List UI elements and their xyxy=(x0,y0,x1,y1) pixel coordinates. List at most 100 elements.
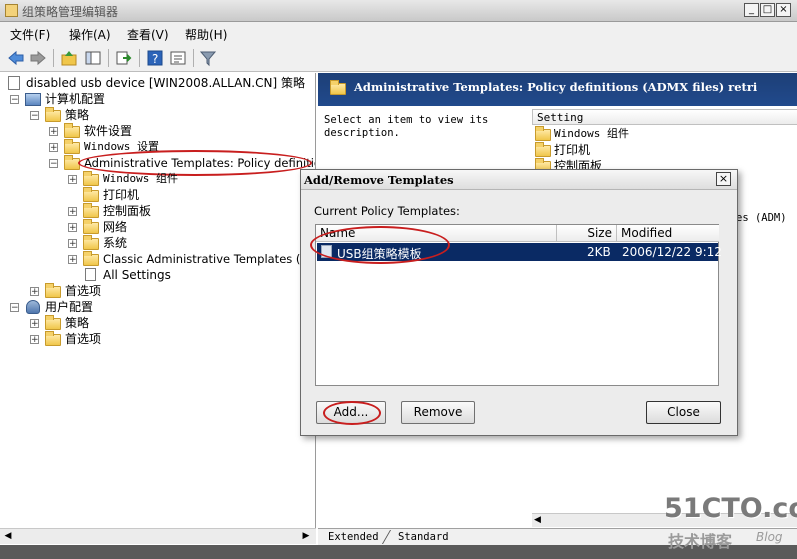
tree-classic-templates-label: Classic Administrative Templates (AD xyxy=(103,252,316,266)
collapse-icon[interactable]: − xyxy=(30,111,39,121)
user-icon xyxy=(26,300,40,314)
tree-control-panel-label: 控制面板 xyxy=(103,204,152,218)
scroll-right-icon[interactable]: ▶ xyxy=(300,531,312,542)
minimize-button[interactable]: _ xyxy=(744,3,759,17)
tree-windows-components-label: Windows 组件 xyxy=(103,172,178,185)
tree-all-settings-label: All Settings xyxy=(103,268,171,282)
dialog-close-button[interactable]: × xyxy=(716,172,731,186)
tree-user-preferences-label: 首选项 xyxy=(65,332,102,346)
folder-icon xyxy=(535,126,551,141)
computer-icon xyxy=(25,93,41,106)
setting-column-label: Setting xyxy=(537,111,584,124)
collapse-icon[interactable]: − xyxy=(10,95,19,105)
dialog-titlebar: Add/Remove Templates × xyxy=(301,170,737,190)
tree-user-config-label: 用户配置 xyxy=(45,300,94,314)
tree-user-policies-label: 策略 xyxy=(65,316,90,330)
expand-icon[interactable]: + xyxy=(68,255,77,265)
expand-icon[interactable]: + xyxy=(30,319,39,329)
menu-view[interactable]: 查看(V) xyxy=(127,26,169,43)
menu-action[interactable]: 操作(A) xyxy=(69,26,111,43)
remove-button[interactable]: Remove xyxy=(401,401,475,424)
toolbar: ? xyxy=(0,44,797,72)
column-size[interactable]: Size xyxy=(557,225,617,242)
watermark-subtitle: 技术博客 xyxy=(668,532,733,551)
menu-file[interactable]: 文件(F) xyxy=(10,26,50,43)
collapse-icon[interactable]: − xyxy=(49,159,58,169)
expand-icon[interactable]: + xyxy=(68,207,77,217)
toolbar-separator xyxy=(53,49,54,67)
add-remove-templates-dialog: Add/Remove Templates × Current Policy Te… xyxy=(300,169,738,436)
window-title: 组策略管理编辑器 xyxy=(22,5,119,19)
forward-arrow-icon[interactable] xyxy=(29,49,47,67)
console-tree: disabled usb device [WIN2008.ALLAN.CN] 策… xyxy=(0,73,316,528)
setting-item-label: 打印机 xyxy=(554,143,591,157)
template-modified: 2006/12/22 9:12 xyxy=(622,245,722,259)
up-folder-icon[interactable] xyxy=(60,49,78,67)
toolbar-separator xyxy=(193,49,194,67)
scroll-left-icon[interactable]: ◀ xyxy=(534,515,541,525)
export-list-icon[interactable] xyxy=(114,49,132,67)
folder-icon xyxy=(45,283,61,298)
expand-icon[interactable]: + xyxy=(49,127,58,137)
tab-extended[interactable]: Extended xyxy=(328,531,379,543)
folder-icon xyxy=(330,80,346,95)
back-arrow-icon[interactable] xyxy=(7,49,25,67)
tree-preferences-label: 首选项 xyxy=(65,284,102,298)
folder-icon xyxy=(64,139,80,154)
folder-icon xyxy=(535,142,551,157)
column-size-label: Size xyxy=(587,226,612,240)
expand-icon[interactable]: + xyxy=(49,143,58,153)
highlight-oval xyxy=(323,401,381,425)
dialog-title: Add/Remove Templates xyxy=(304,173,454,187)
settings-icon xyxy=(85,268,96,281)
folder-icon xyxy=(64,123,80,138)
expand-icon[interactable]: + xyxy=(30,335,39,345)
current-templates-label: Current Policy Templates: xyxy=(314,204,460,218)
folder-icon xyxy=(83,219,99,234)
tree-horizontal-scrollbar[interactable]: ◀ ▶ xyxy=(0,528,316,544)
folder-icon xyxy=(45,315,61,330)
scroll-left-icon[interactable]: ◀ xyxy=(2,531,14,542)
description-text: Select an item to view its description. xyxy=(324,114,489,139)
help-icon[interactable]: ? xyxy=(146,49,164,67)
expand-icon[interactable]: + xyxy=(68,239,77,249)
tree-software-settings-label: 软件设置 xyxy=(84,124,133,138)
close-dialog-button[interactable]: Close xyxy=(646,401,721,424)
properties-icon[interactable] xyxy=(169,49,187,67)
tree-policies-label: 策略 xyxy=(65,108,90,122)
expand-icon[interactable]: + xyxy=(68,175,77,185)
folder-icon xyxy=(83,203,99,218)
folder-icon xyxy=(83,171,99,186)
menu-bar: 文件(F) 操作(A) 查看(V) 帮助(H) xyxy=(0,22,797,44)
app-icon xyxy=(5,4,18,17)
svg-text:?: ? xyxy=(152,52,158,66)
menu-help[interactable]: 帮助(H) xyxy=(185,26,227,43)
collapse-icon[interactable]: − xyxy=(10,303,19,313)
column-modified-label: Modified xyxy=(621,226,673,240)
toolbar-separator xyxy=(139,49,140,67)
expand-icon[interactable]: + xyxy=(68,223,77,233)
show-hide-tree-icon[interactable] xyxy=(84,49,102,67)
maximize-button[interactable]: □ xyxy=(760,3,775,17)
expand-icon[interactable]: + xyxy=(30,287,39,297)
column-modified[interactable]: Modified xyxy=(617,225,719,242)
tree-network-label: 网络 xyxy=(103,220,128,234)
tab-standard[interactable]: Standard xyxy=(398,531,449,543)
close-button[interactable]: × xyxy=(776,3,791,17)
template-size: 2KB xyxy=(587,245,611,259)
folder-icon xyxy=(83,235,99,250)
filter-icon[interactable] xyxy=(199,49,217,67)
policy-document-icon xyxy=(8,76,20,90)
setting-column-header[interactable]: Setting xyxy=(532,109,797,125)
setting-item-partial: es (ADM) xyxy=(736,212,787,224)
toolbar-separator xyxy=(108,49,109,67)
watermark-logo: 51CTO.com xyxy=(664,493,797,524)
folder-icon xyxy=(83,187,99,202)
setting-item-label: Windows 组件 xyxy=(554,127,629,140)
window-titlebar: 组策略管理编辑器 _ □ × xyxy=(0,0,797,22)
tree-computer-config-label: 计算机配置 xyxy=(45,92,106,106)
tab-divider xyxy=(381,530,392,544)
tree-printers-label: 打印机 xyxy=(103,188,140,202)
tree-system-label: 系统 xyxy=(103,236,128,250)
folder-icon xyxy=(83,251,99,266)
